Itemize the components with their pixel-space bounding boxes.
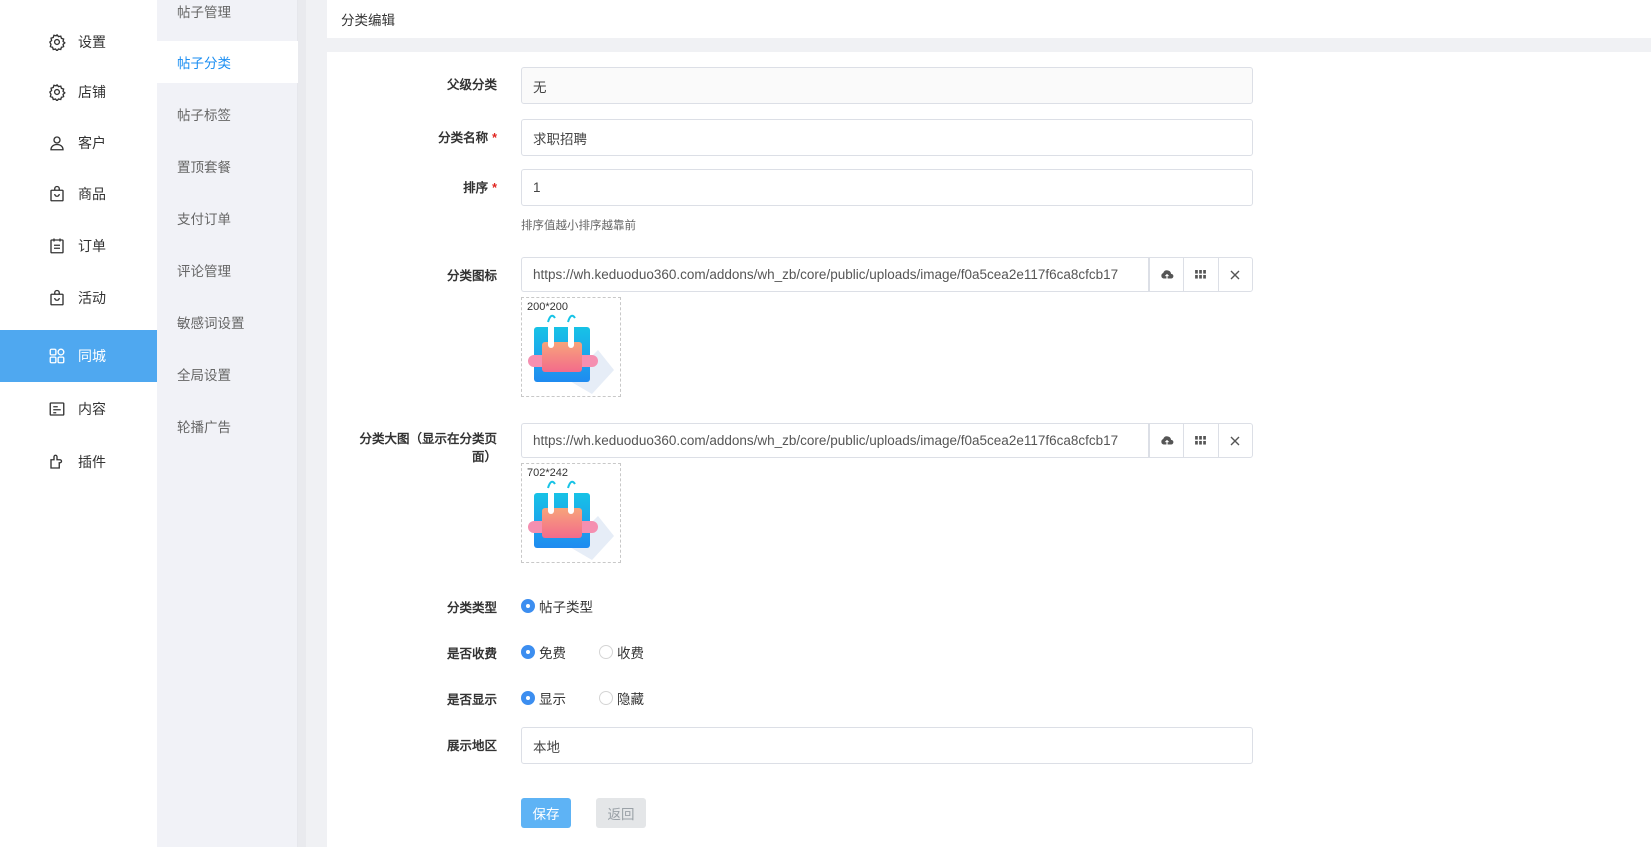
sidebar-item-label: 内容 [78,401,106,417]
sidebar-item-shop[interactable]: 店铺 [0,66,157,118]
category-type-label: 分类类型 [446,601,497,615]
category-icon-preview[interactable]: 200*200 [521,297,621,397]
sidebar-item-activity[interactable]: 活动 [0,272,157,324]
plugin-icon [48,453,66,471]
subnav-item-post-manage[interactable]: 帖子管理 [157,0,298,32]
fee-label: 是否收费 [446,647,497,661]
shop-gear-icon [48,83,66,101]
required-mark: * [492,131,497,145]
upload-cloud-button[interactable] [1149,258,1183,291]
sidebar-item-label: 商品 [78,186,106,202]
subnav-item-global-settings[interactable]: 全局设置 [157,353,298,395]
content-icon [48,400,66,418]
sidebar-item-plugin[interactable]: 插件 [0,436,157,488]
sidebar-item-label: 客户 [78,135,106,151]
grid-select-button[interactable] [1183,258,1217,291]
bag-icon [48,185,66,203]
region-input[interactable]: 本地 [521,727,1253,764]
sidebar-item-label: 设置 [78,34,106,50]
sidebar-item-label: 店铺 [78,84,106,100]
category-banner-button-group [1148,423,1253,458]
display-label: 是否显示 [446,693,497,707]
fee-radio-paid[interactable]: 收费 [599,642,644,662]
region-label: 展示地区 [446,739,497,753]
sidebar-item-content[interactable]: 内容 [0,383,157,435]
clear-button[interactable] [1217,424,1252,457]
category-banner-url-input[interactable]: https://wh.keduoduo360.com/addons/wh_zb/… [521,423,1149,458]
category-banner-label: 分类大图（显示在分类页 面） [359,432,497,464]
activity-bag-icon [48,289,66,307]
clear-button[interactable] [1217,258,1252,291]
display-radio-hide[interactable]: 隐藏 [599,688,644,708]
subnav-item-post-tag[interactable]: 帖子标签 [157,93,298,135]
category-image-icon [528,314,614,394]
subnav-item-pay-order[interactable]: 支付订单 [157,197,298,239]
category-icon-label: 分类图标 [446,269,497,283]
display-radio-show[interactable]: 显示 [521,688,566,708]
sidebar-item-tongcheng[interactable]: 同城 [0,330,157,382]
upload-cloud-button[interactable] [1149,424,1183,457]
grid-apps-icon [48,347,66,365]
category-name-input[interactable]: 求职招聘 [521,119,1253,156]
page-title: 分类编辑 [327,0,1651,38]
category-banner-preview[interactable]: 702*242 [521,463,621,563]
subnav-item-comment[interactable]: 评论管理 [157,249,298,291]
radio-dot [521,599,535,613]
parent-category-label: 父级分类 [446,78,497,92]
sidebar-item-label: 同城 [78,348,106,364]
subnav-item-post-category[interactable]: 帖子分类 [157,41,298,83]
fee-radio-free[interactable]: 免费 [521,642,566,662]
save-button[interactable]: 保存 [521,798,571,828]
main-sidebar: 设置 店铺 客户 商品 订单 活动 同城 内容 插件 [0,0,157,847]
subnav-item-sensitive-words[interactable]: 敏感词设置 [157,301,298,343]
radio-dot [599,691,613,705]
sidebar-item-label: 订单 [78,238,106,254]
divider [298,0,306,847]
gear-icon [48,33,66,51]
subnav-item-carousel-ads[interactable]: 轮播广告 [157,405,298,447]
sort-help-text: 排序值越小排序越靠前 [521,220,636,232]
required-mark: * [492,181,497,195]
order-icon [48,237,66,255]
category-icon-url-input[interactable]: https://wh.keduoduo360.com/addons/wh_zb/… [521,257,1149,292]
sort-input[interactable]: 1 [521,169,1253,206]
sidebar-item-label: 插件 [78,454,106,470]
sidebar-item-customer[interactable]: 客户 [0,117,157,169]
radio-dot [521,691,535,705]
sub-sidebar: 帖子管理 帖子分类 帖子标签 置顶套餐 支付订单 评论管理 敏感词设置 全局设置… [157,0,298,847]
sort-label: 排序 * [463,181,497,195]
subnav-item-top-package[interactable]: 置顶套餐 [157,145,298,187]
category-image-icon [528,480,614,560]
grid-select-button[interactable] [1183,424,1217,457]
back-button[interactable]: 返回 [596,798,646,828]
type-radio-post[interactable]: 帖子类型 [521,596,593,616]
category-icon-button-group [1148,257,1253,292]
radio-dot [599,645,613,659]
category-name-label: 分类名称 * [438,131,497,145]
sidebar-item-label: 活动 [78,290,106,306]
sidebar-item-goods[interactable]: 商品 [0,168,157,220]
parent-category-select[interactable]: 无 [521,67,1253,104]
user-icon [48,134,66,152]
sidebar-item-settings[interactable]: 设置 [0,16,157,68]
sidebar-item-orders[interactable]: 订单 [0,220,157,272]
radio-dot [521,645,535,659]
